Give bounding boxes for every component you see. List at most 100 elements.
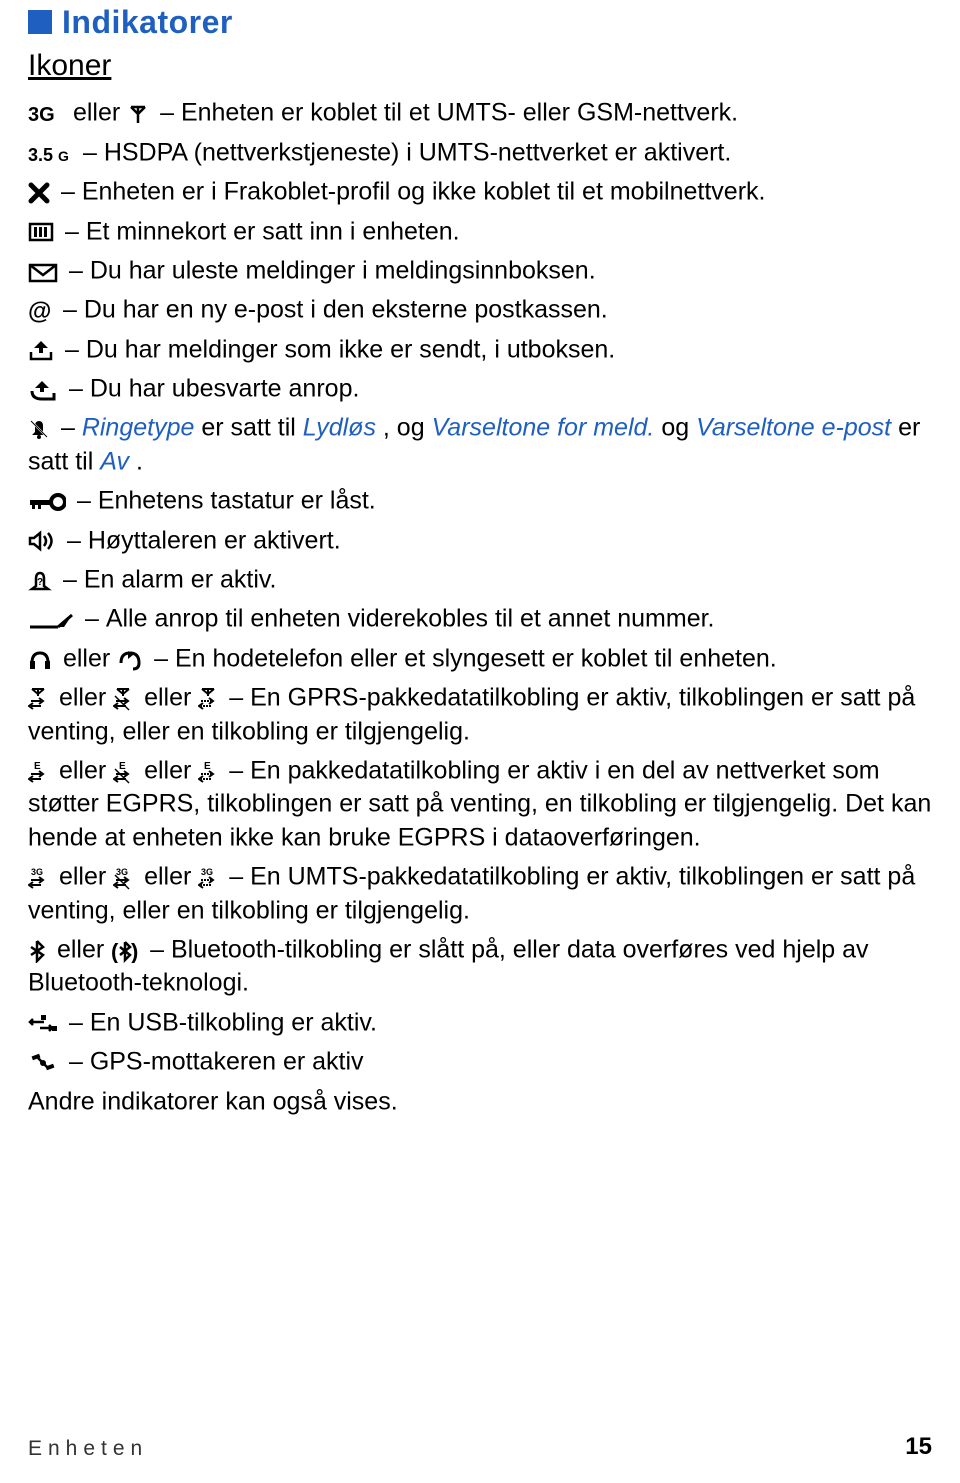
entry-other: Andre indikatorer kan også vises. <box>28 1084 932 1117</box>
text-body: Andre indikatorer kan også vises. <box>28 1087 398 1115</box>
entry-forward: – Alle anrop til enheten viderekobles ti… <box>28 601 932 634</box>
subheading: Ikoner <box>28 47 932 85</box>
text-dash: – <box>150 935 171 963</box>
gps-icon <box>28 1046 58 1078</box>
link-varseltone-meld[interactable]: Varseltone for meld. <box>432 414 655 442</box>
missed-call-icon <box>28 372 58 404</box>
entry-headset: eller – En hodetelefon eller et slyngese… <box>28 641 932 674</box>
text-dash: – <box>83 138 104 166</box>
entry-alarm: ? – En alarm er aktiv. <box>28 562 932 595</box>
silent-icon <box>28 412 50 444</box>
egprs-active-icon: E <box>28 754 48 786</box>
text-eller: eller <box>144 756 198 784</box>
speaker-icon <box>28 524 56 556</box>
memory-card-icon <box>28 215 54 247</box>
text-body: . <box>136 447 143 475</box>
text-body: Alle anrop til enheten viderekobles til … <box>106 605 715 633</box>
text-dash: – <box>154 644 175 672</box>
entry-umts-data: 3G eller 3G eller 3G – En UMTS-pakkedata… <box>28 859 932 926</box>
text-body: , og <box>383 414 432 442</box>
gprs-active-icon <box>28 682 48 714</box>
outbox-icon <box>28 333 54 365</box>
at-icon: @ <box>28 294 52 326</box>
heading-text: Indikatorer <box>62 2 233 43</box>
svg-text:3G: 3G <box>31 867 43 877</box>
text-eller: eller <box>63 644 117 672</box>
link-av[interactable]: Av <box>100 447 129 475</box>
gprs-hold-icon <box>113 682 133 714</box>
text-eller: eller <box>59 684 113 712</box>
svg-text:): ) <box>131 939 138 963</box>
svg-text:(: ( <box>111 939 119 963</box>
svg-text:3G: 3G <box>116 867 128 877</box>
svg-text:?: ? <box>37 577 43 588</box>
link-lydlos[interactable]: Lydløs <box>303 414 376 442</box>
svg-text:3G: 3G <box>201 867 213 877</box>
text-body: Du har ubesvarte anrop. <box>90 374 360 402</box>
entry-umts-gsm: 3G eller – Enheten er koblet til et UMTS… <box>28 95 932 128</box>
svg-text:3G: 3G <box>28 104 55 125</box>
text-body: Et minnekort er satt inn i enheten. <box>86 217 460 245</box>
svg-text:E: E <box>204 761 211 772</box>
text-dash: – <box>160 99 181 127</box>
text-dash: – <box>69 374 90 402</box>
footer-section: Enheten <box>28 1436 148 1463</box>
entry-memory-card: – Et minnekort er satt inn i enheten. <box>28 214 932 247</box>
text-dash: – <box>85 605 106 633</box>
text-dash: – <box>69 256 90 284</box>
text-dash: – <box>69 1048 90 1076</box>
entry-outbox: – Du har meldinger som ikke er sendt, i … <box>28 332 932 365</box>
envelope-icon <box>28 254 58 286</box>
text-body: HSDPA (nettverkstjeneste) i UMTS-nettver… <box>104 138 732 166</box>
svg-text:G: G <box>58 148 69 164</box>
egprs-avail-icon: E <box>198 754 218 786</box>
link-ringetype[interactable]: Ringetype <box>82 414 195 442</box>
section-heading: Indikatorer <box>28 2 932 43</box>
loopset-icon <box>117 642 143 674</box>
text-eller: eller <box>57 935 111 963</box>
text-body: En USB-tilkobling er aktiv. <box>90 1008 377 1036</box>
text-body: Du har meldinger som ikke er sendt, i ut… <box>86 335 615 363</box>
entry-email: @ – Du har en ny e-post i den eksterne p… <box>28 292 932 325</box>
text-body: Høyttaleren er aktivert. <box>88 526 341 554</box>
text-body: Du har uleste meldinger i meldingsinnbok… <box>90 256 596 284</box>
text-dash: – <box>65 335 86 363</box>
text-eller: eller <box>144 684 198 712</box>
text-eller: eller <box>59 756 113 784</box>
umts-active-icon: 3G <box>28 861 48 893</box>
text-eller: eller <box>59 863 113 891</box>
gprs-avail-icon <box>198 682 218 714</box>
text-eller: eller <box>73 99 127 127</box>
link-varseltone-epost[interactable]: Varseltone e-post <box>696 414 891 442</box>
x-icon <box>28 176 50 208</box>
forward-icon <box>28 603 74 635</box>
text-body: GPS-mottakeren er aktiv <box>90 1048 364 1076</box>
text-dash: – <box>63 565 84 593</box>
alarm-icon: ? <box>28 563 52 595</box>
keylock-icon <box>28 485 66 517</box>
text-dash: – <box>229 684 250 712</box>
entry-inbox: – Du har uleste meldinger i meldingsinnb… <box>28 253 932 286</box>
text-dash: – <box>63 296 84 324</box>
bullet-square-icon <box>28 10 52 34</box>
entry-usb: – En USB-tilkobling er aktiv. <box>28 1005 932 1038</box>
text-dash: – <box>69 1008 90 1036</box>
umts-hold-icon: 3G <box>113 861 133 893</box>
text-dash: – <box>229 756 250 784</box>
text-dash: – <box>67 526 88 554</box>
text-dash: – <box>65 217 86 245</box>
entry-missed-call: – Du har ubesvarte anrop. <box>28 371 932 404</box>
text-eller: eller <box>144 863 198 891</box>
text-body: En alarm er aktiv. <box>84 565 277 593</box>
svg-text:E: E <box>119 761 126 772</box>
text-dash: – <box>229 863 250 891</box>
entry-hsdpa: 3.5 G – HSDPA (nettverkstjeneste) i UMTS-… <box>28 135 932 168</box>
svg-text:3.5: 3.5 <box>28 145 53 165</box>
text-dash: – <box>61 178 82 206</box>
page: Indikatorer Ikoner 3G eller – Enheten er… <box>0 2 960 1483</box>
entry-silent: – Ringetype er satt til Lydløs , og Vars… <box>28 410 932 477</box>
svg-text:E: E <box>34 761 41 772</box>
entry-gps: – GPS-mottakeren er aktiv <box>28 1044 932 1077</box>
entry-offline: – Enheten er i Frakoblet-profil og ikke … <box>28 174 932 207</box>
svg-text:@: @ <box>28 299 51 323</box>
